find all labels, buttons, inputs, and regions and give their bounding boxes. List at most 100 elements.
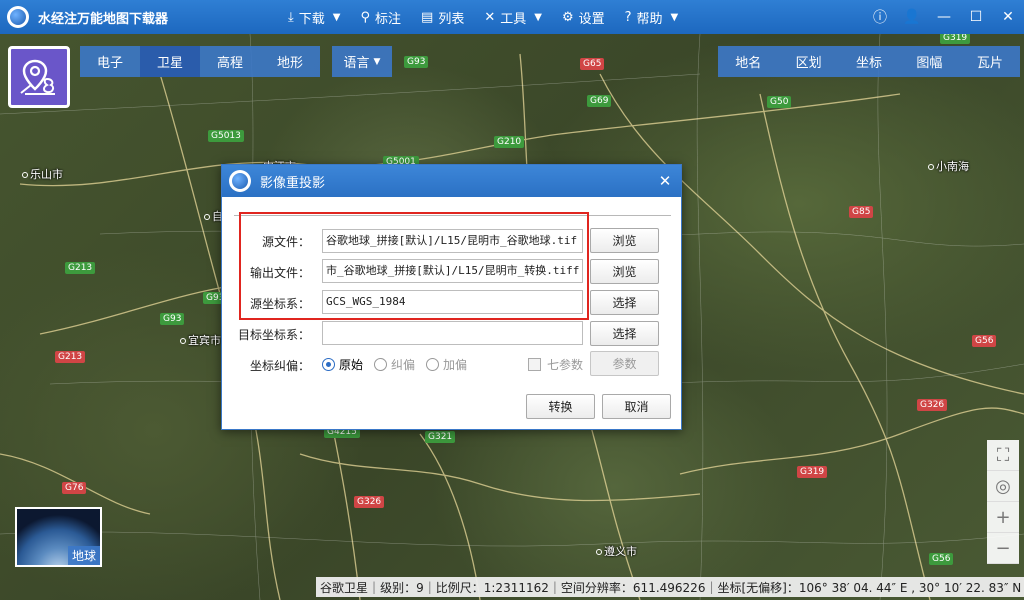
road-label: G213 xyxy=(55,351,86,363)
radio-offset-label: 加偏 xyxy=(443,358,468,372)
window-controls: ⓘ 👤 — ☐ ✕ xyxy=(864,0,1024,34)
fullscreen-icon[interactable]: ⛶ xyxy=(987,440,1019,471)
menu-tools[interactable]: ✕ 工具 ▼ xyxy=(474,0,552,34)
dialog-title: 影像重投影 xyxy=(260,175,326,191)
main-menu: ⤓ 下载 ▼ ⚲ 标注 ▤ 列表 ✕ 工具 ▼ ⚙ 设置 ? 帮助 ▼ xyxy=(278,0,688,34)
menu-help[interactable]: ? 帮助 ▼ xyxy=(615,0,689,34)
road-label: G76 xyxy=(62,482,87,494)
radio-correct[interactable]: 纠偏 xyxy=(374,356,415,373)
road-label: G321 xyxy=(425,431,456,443)
menu-annotate[interactable]: ⚲ 标注 xyxy=(350,0,411,34)
close-window-button[interactable]: ✕ xyxy=(992,0,1024,34)
status-resolution: 空间分辨率：611.496226 xyxy=(560,580,706,595)
tab-satellite[interactable]: 卫星 xyxy=(140,46,200,77)
road-label: G50 xyxy=(767,96,792,108)
pin-icon: ⚲ xyxy=(360,9,370,25)
zoom-out-button[interactable]: − xyxy=(987,533,1019,564)
params-button[interactable]: 参数 xyxy=(590,351,659,376)
status-scale: 比例尺：1:2311162 xyxy=(435,580,549,595)
title-bar: 水经注万能地图下载器 ⤓ 下载 ▼ ⚲ 标注 ▤ 列表 ✕ 工具 ▼ ⚙ 设置 … xyxy=(0,0,1024,34)
gear-icon: ⚙ xyxy=(561,9,574,25)
tab-electronic[interactable]: 电子 xyxy=(80,46,140,77)
tab-elevation[interactable]: 高程 xyxy=(200,46,260,77)
chevron-down-icon: ▼ xyxy=(670,11,679,23)
place-label: 乐山市 xyxy=(22,166,63,182)
source-file-label: 源文件： xyxy=(261,235,310,249)
app-logo-icon xyxy=(7,6,29,28)
reproject-dialog: 影像重投影 ✕ 源文件： 谷歌地球_拼接[默认]/L15/昆明市_谷歌地球.ti… xyxy=(221,164,682,430)
radio-original[interactable]: 原始 xyxy=(322,356,363,373)
correction-radio-group: 原始 纠偏 加偏 xyxy=(322,356,478,373)
browse-output-button[interactable]: 浏览 xyxy=(590,259,659,284)
road-label: G210 xyxy=(494,136,525,148)
zoom-controls: ⛶ ◎ + − xyxy=(987,440,1019,564)
tools-icon: ✕ xyxy=(484,9,496,25)
maximize-button[interactable]: ☐ xyxy=(960,0,992,34)
list-icon: ▤ xyxy=(421,9,434,25)
tool-sheet[interactable]: 图幅 xyxy=(899,46,959,77)
checkbox-box-icon xyxy=(528,358,541,371)
language-label: 语言 xyxy=(343,56,370,71)
place-label: 小南海 xyxy=(928,158,969,174)
menu-settings[interactable]: ⚙ 设置 xyxy=(552,0,615,34)
seven-params-checkbox[interactable]: 七参数 xyxy=(528,356,583,373)
road-label: G56 xyxy=(929,553,954,565)
road-label: G213 xyxy=(65,262,96,274)
road-label: G65 xyxy=(580,58,605,70)
correction-label: 坐标纠偏： xyxy=(249,359,310,373)
cancel-button[interactable]: 取消 xyxy=(602,394,671,419)
status-coords: 坐标[无偏移]：106° 38′ 04. 44″ E , 30° 10′ 22.… xyxy=(717,580,1022,595)
info-icon[interactable]: ⓘ xyxy=(864,0,896,34)
browse-source-button[interactable]: 浏览 xyxy=(590,228,659,253)
status-layer: 谷歌卫星 xyxy=(320,580,369,595)
user-icon[interactable]: 👤 xyxy=(896,0,928,34)
menu-help-label: 帮助 xyxy=(636,11,663,27)
dialog-divider xyxy=(234,215,671,216)
convert-button[interactable]: 转换 xyxy=(526,394,595,419)
select-target-crs-button[interactable]: 选择 xyxy=(590,321,659,346)
radio-dot-icon xyxy=(426,358,440,371)
source-crs-input[interactable]: GCS_WGS_1984 xyxy=(322,290,583,314)
map-type-tabs: 电子 卫星 高程 地形 xyxy=(80,46,320,77)
app-title: 水经注万能地图下载器 xyxy=(38,11,169,27)
tab-terrain[interactable]: 地形 xyxy=(260,46,320,77)
tool-region[interactable]: 区划 xyxy=(778,46,838,77)
source-crs-label: 源坐标系： xyxy=(249,297,310,311)
status-level: 级别：9 xyxy=(380,580,424,595)
tool-tile[interactable]: 瓦片 xyxy=(960,46,1020,77)
globe-view-button[interactable]: 地球 xyxy=(15,507,102,567)
radio-offset[interactable]: 加偏 xyxy=(426,356,467,373)
road-label: G93 xyxy=(160,313,185,325)
zoom-in-button[interactable]: + xyxy=(987,502,1019,533)
road-label: G319 xyxy=(797,466,828,478)
road-label: G56 xyxy=(972,335,997,347)
menu-annotate-label: 标注 xyxy=(375,11,402,27)
place-label: 遵义市 xyxy=(596,543,637,559)
tool-coordinate[interactable]: 坐标 xyxy=(839,46,899,77)
seven-params-label: 七参数 xyxy=(547,358,584,372)
output-file-input[interactable]: 市_谷歌地球_拼接[默认]/L15/昆明市_转换.tiff xyxy=(322,259,583,283)
language-dropdown[interactable]: 语言 ▼ xyxy=(332,46,392,77)
app-brand-icon[interactable] xyxy=(8,46,70,108)
radio-correct-label: 纠偏 xyxy=(391,358,416,372)
menu-tools-label: 工具 xyxy=(500,11,527,27)
dialog-titlebar[interactable]: 影像重投影 ✕ xyxy=(222,165,681,197)
menu-download-label: 下载 xyxy=(298,11,325,27)
output-file-label: 输出文件： xyxy=(249,266,310,280)
status-bar: 谷歌卫星 | 级别：9 | 比例尺：1:2311162 | 空间分辨率：611.… xyxy=(316,577,1024,597)
road-label: G319 xyxy=(940,34,971,44)
chevron-down-icon: ▼ xyxy=(373,56,381,67)
locate-icon[interactable]: ◎ xyxy=(987,471,1019,502)
road-label: G69 xyxy=(587,95,612,107)
select-source-crs-button[interactable]: 选择 xyxy=(590,290,659,315)
menu-download[interactable]: ⤓ 下载 ▼ xyxy=(278,0,350,34)
place-label: 宜宾市 xyxy=(180,332,221,348)
minimize-button[interactable]: — xyxy=(928,0,960,34)
target-crs-input[interactable] xyxy=(322,321,583,345)
close-icon[interactable]: ✕ xyxy=(655,171,675,191)
source-file-input[interactable]: 谷歌地球_拼接[默认]/L15/昆明市_谷歌地球.tif xyxy=(322,229,583,253)
map-tools-bar: 地名 区划 坐标 图幅 瓦片 xyxy=(718,46,1020,77)
menu-list[interactable]: ▤ 列表 xyxy=(411,0,474,34)
road-label: G326 xyxy=(354,496,385,508)
tool-placename[interactable]: 地名 xyxy=(718,46,778,77)
